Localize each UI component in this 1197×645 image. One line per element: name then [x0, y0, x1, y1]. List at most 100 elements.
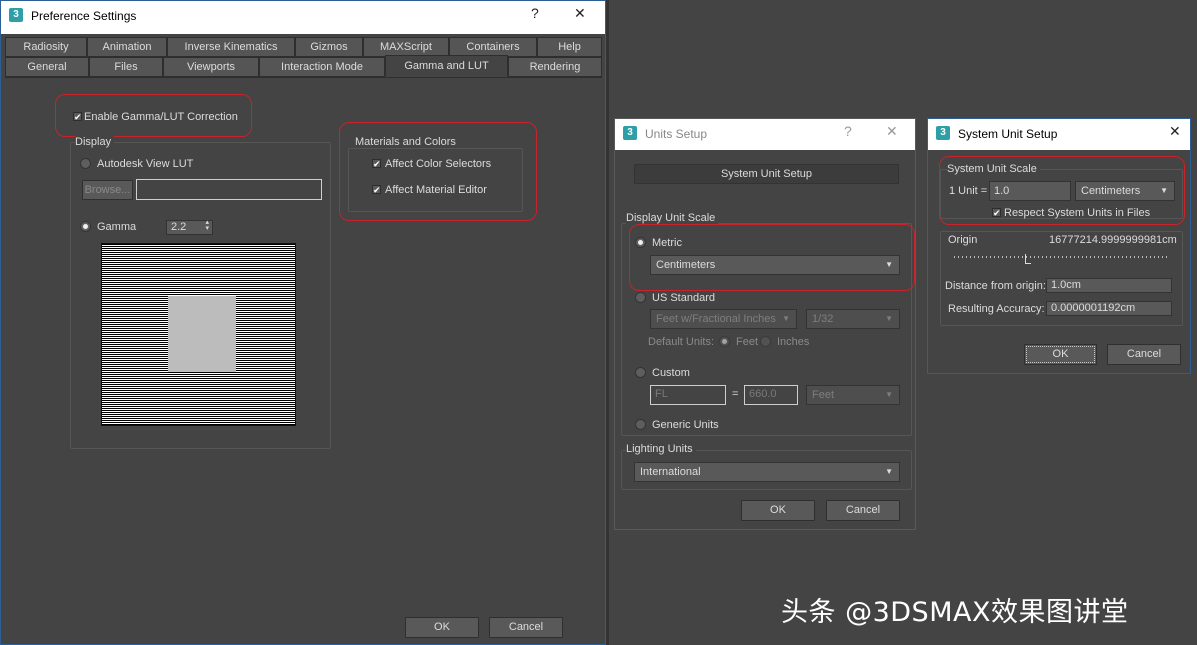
unit-label: 1 Unit = — [949, 185, 988, 197]
equals-label: = — [732, 388, 739, 400]
units-titlebar: 3 Units Setup ? ✕ — [615, 119, 915, 150]
browse-button[interactable]: Browse... — [82, 180, 133, 200]
tab-rendering[interactable]: Rendering — [508, 57, 602, 77]
lut-path-field[interactable] — [136, 179, 322, 200]
us-standard-label: US Standard — [652, 292, 715, 304]
us-fraction-dropdown[interactable]: 1/32 ▼ — [806, 309, 900, 329]
inches-radio[interactable] — [760, 336, 771, 347]
close-button[interactable]: ✕ — [574, 5, 586, 22]
tab-files[interactable]: Files — [89, 57, 163, 77]
dropdown-arrow-icon: ▼ — [885, 260, 893, 269]
autodesk-lut-label: Autodesk View LUT — [97, 158, 194, 170]
default-units-label: Default Units: — [648, 336, 715, 348]
unit-type-dropdown[interactable]: Centimeters ▼ — [1075, 181, 1175, 201]
custom-label: Custom — [652, 367, 690, 379]
tab-containers[interactable]: Containers — [449, 37, 537, 57]
us-fraction-value: 1/32 — [812, 313, 834, 325]
accuracy-label: Resulting Accuracy: — [948, 303, 1045, 315]
preference-settings-window: 3 Preference Settings ? ✕ Radiosity Anim… — [0, 0, 606, 645]
unit-value-field[interactable]: 1.0 — [989, 181, 1071, 201]
dropdown-arrow-icon: ▼ — [885, 467, 893, 476]
help-button[interactable]: ? — [531, 5, 539, 21]
window-title: Units Setup — [645, 127, 708, 141]
window-title: System Unit Setup — [958, 127, 1058, 141]
affect-color-checkbox[interactable]: ✔ — [372, 159, 381, 169]
tab-inverse-kinematics[interactable]: Inverse Kinematics — [167, 37, 295, 57]
units-setup-window: 3 Units Setup ? ✕ System Unit Setup Disp… — [614, 118, 916, 530]
us-standard-dropdown[interactable]: Feet w/Fractional Inches ▼ — [650, 309, 797, 329]
feet-label: Feet — [736, 336, 759, 348]
metric-label: Metric — [652, 237, 682, 249]
generic-units-radio[interactable] — [635, 419, 646, 430]
tab-maxscript[interactable]: MAXScript — [363, 37, 449, 57]
us-standard-radio[interactable] — [635, 292, 646, 303]
autodesk-lut-radio[interactable] — [80, 158, 91, 169]
custom-radio[interactable] — [635, 367, 646, 378]
tab-viewports[interactable]: Viewports — [163, 57, 259, 77]
custom-unit-dropdown[interactable]: Feet ▼ — [806, 385, 900, 405]
lighting-units-value: International — [640, 466, 701, 478]
ok-button[interactable]: OK — [741, 500, 815, 521]
close-button[interactable]: ✕ — [886, 123, 898, 140]
tab-interaction-mode[interactable]: Interaction Mode — [259, 57, 385, 77]
generic-units-label: Generic Units — [652, 419, 719, 431]
lighting-units-dropdown[interactable]: International ▼ — [634, 462, 900, 482]
affect-material-checkbox[interactable]: ✔ — [372, 185, 381, 195]
gamma-radio[interactable] — [80, 221, 91, 232]
dropdown-arrow-icon: ▼ — [885, 390, 893, 399]
display-group-label: Display — [75, 136, 115, 148]
cancel-button[interactable]: Cancel — [489, 617, 563, 638]
tab-gamma-and-lut[interactable]: Gamma and LUT — [385, 55, 508, 77]
system-titlebar: 3 System Unit Setup ✕ — [928, 119, 1190, 150]
gamma-test-square — [168, 296, 236, 372]
preference-titlebar: 3 Preference Settings ? ✕ — [1, 1, 605, 34]
custom-unit-value: Feet — [812, 389, 835, 401]
metric-radio[interactable] — [635, 237, 646, 248]
close-button[interactable]: ✕ — [1169, 123, 1181, 140]
feet-radio[interactable] — [719, 336, 730, 347]
gamma-spinner[interactable]: 2.2 ▴ ▾ — [166, 219, 213, 235]
help-button[interactable]: ? — [844, 123, 852, 139]
custom-name-field[interactable]: FL — [650, 385, 726, 405]
lighting-units-label: Lighting Units — [626, 443, 696, 455]
system-unit-setup-window: 3 System Unit Setup ✕ System Unit Scale … — [927, 118, 1191, 374]
tab-panel-border — [5, 77, 602, 78]
display-unit-scale-label: Display Unit Scale — [626, 212, 719, 224]
gamma-label: Gamma — [97, 221, 137, 233]
watermark-text: 头条 @3DSMAX效果图讲堂 — [781, 597, 1129, 628]
spinner-arrows-icon: ▴ ▾ — [205, 219, 209, 232]
dropdown-arrow-icon: ▼ — [885, 314, 893, 323]
tab-animation[interactable]: Animation — [87, 37, 167, 57]
tab-general[interactable]: General — [5, 57, 89, 77]
panel-divider — [606, 0, 609, 645]
cancel-button[interactable]: Cancel — [826, 500, 900, 521]
slider-handle[interactable] — [1025, 254, 1031, 264]
custom-value-field[interactable]: 660.0 — [744, 385, 798, 405]
metric-dropdown[interactable]: Centimeters ▼ — [650, 255, 900, 275]
unit-type-value: Centimeters — [1081, 185, 1141, 197]
tab-gizmos[interactable]: Gizmos — [295, 37, 363, 57]
enable-gamma-checkbox[interactable]: ✔ — [73, 112, 82, 122]
respect-units-checkbox[interactable]: ✔ — [992, 208, 1001, 218]
distance-label: Distance from origin: — [945, 280, 1046, 292]
affect-color-label: Affect Color Selectors — [385, 158, 492, 170]
ok-button[interactable]: OK — [1024, 344, 1097, 365]
ok-button[interactable]: OK — [405, 617, 479, 638]
metric-value: Centimeters — [656, 259, 716, 271]
system-unit-scale-label: System Unit Scale — [947, 163, 1040, 175]
distance-field[interactable]: 1.0cm — [1046, 278, 1172, 293]
dropdown-arrow-icon: ▼ — [782, 314, 790, 323]
origin-label: Origin — [948, 234, 978, 246]
inches-label: Inches — [777, 336, 810, 348]
window-title: Preference Settings — [31, 9, 137, 23]
tab-help[interactable]: Help — [537, 37, 602, 57]
system-unit-setup-button[interactable]: System Unit Setup — [634, 164, 899, 184]
app-logo-icon: 3 — [9, 8, 23, 22]
cancel-button[interactable]: Cancel — [1107, 344, 1181, 365]
gamma-value: 2.2 — [171, 221, 187, 233]
origin-slider[interactable] — [954, 252, 1169, 266]
tab-radiosity[interactable]: Radiosity — [5, 37, 87, 57]
dropdown-arrow-icon: ▼ — [1160, 186, 1168, 195]
accuracy-field[interactable]: 0.0000001192cm — [1046, 301, 1172, 316]
us-standard-value: Feet w/Fractional Inches — [656, 313, 776, 325]
